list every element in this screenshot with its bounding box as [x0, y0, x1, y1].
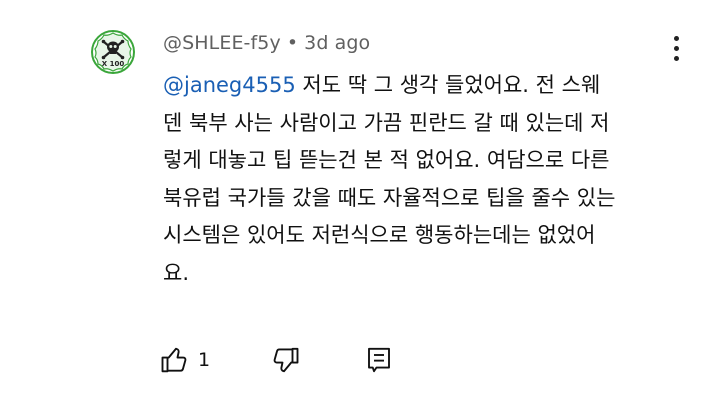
thumb-up-icon — [161, 347, 187, 373]
more-options-button[interactable] — [664, 30, 688, 66]
mention-link[interactable]: @janeg4555 — [163, 73, 296, 97]
comment-text: @janeg4555 저도 딱 그 생각 들었어요. 전 스웨 덴 북부 사는 … — [163, 67, 668, 292]
more-vert-icon — [673, 55, 679, 61]
comment-actions: 1 — [160, 344, 394, 376]
like-button[interactable]: 1 — [160, 345, 210, 375]
comment-body: 저도 딱 그 생각 들었어요. 전 스웨 덴 북부 사는 사람이고 가끔 핀란드… — [163, 73, 616, 285]
more-vert-icon — [673, 35, 679, 41]
meta-separator: • — [286, 32, 299, 54]
thumb-down-icon — [273, 347, 299, 373]
comment-header: @SHLEE-f5y • 3d ago — [163, 30, 370, 56]
comment-item: X 100 @SHLEE-f5y • 3d ago @janeg4555 저도 … — [0, 0, 720, 401]
avatar[interactable]: X 100 — [91, 30, 135, 74]
reply-button[interactable] — [364, 345, 394, 375]
reply-comment-icon — [368, 347, 391, 373]
like-count: 1 — [198, 349, 211, 371]
author-name[interactable]: @SHLEE-f5y — [163, 32, 281, 54]
comment-time[interactable]: 3d ago — [304, 32, 370, 54]
avatar-label: X 100 — [102, 60, 125, 68]
dislike-button[interactable] — [270, 345, 300, 375]
skull-crossbones-avatar-icon: X 100 — [91, 30, 135, 74]
more-vert-icon — [673, 45, 679, 51]
